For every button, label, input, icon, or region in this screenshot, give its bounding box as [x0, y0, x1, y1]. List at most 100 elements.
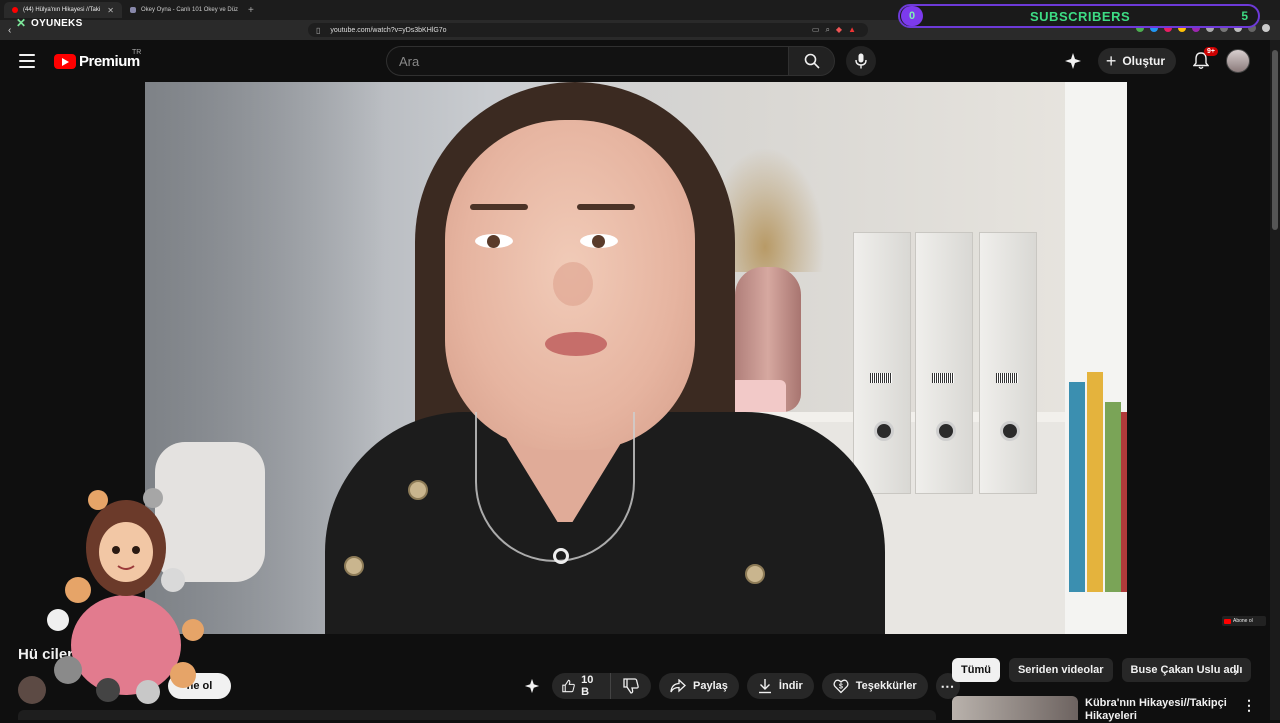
- like-button[interactable]: 10 B: [552, 673, 612, 699]
- youtube-favicon-icon: [12, 7, 18, 13]
- menu-icon[interactable]: [19, 54, 35, 68]
- shield-icon[interactable]: ◆: [836, 25, 842, 35]
- dislike-button[interactable]: [611, 673, 651, 699]
- brand-text: Premium: [79, 53, 140, 70]
- chevron-right-icon[interactable]: ›: [1228, 663, 1244, 679]
- url-text: youtube.com/watch?v=yDs3bKHlG7o: [330, 26, 447, 34]
- thumbs-up-icon: [562, 679, 575, 693]
- notifications-button[interactable]: 9+: [1186, 46, 1218, 76]
- eyebrow: [470, 204, 528, 210]
- sparkle-icon: [1064, 53, 1081, 69]
- site-favicon-icon: [130, 7, 136, 13]
- region-code: TR: [132, 49, 142, 56]
- book: [1069, 382, 1085, 592]
- video-actions: 10 B Paylaş İndir $ Teşekkürler ⋯: [520, 673, 960, 699]
- sparkle-icon: [524, 678, 540, 694]
- share-icon: [670, 679, 687, 693]
- eye: [475, 234, 513, 248]
- new-tab-icon[interactable]: +: [248, 5, 254, 16]
- plus-icon: +: [1105, 50, 1117, 71]
- recommended-video[interactable]: Kübra'nın Hikayesi//Takipçi Hikayeleri ⋮: [952, 696, 1262, 723]
- bookmark-icon[interactable]: ▯: [316, 26, 320, 35]
- video-thumbnail[interactable]: [952, 696, 1078, 720]
- create-button[interactable]: + Oluştur: [1097, 48, 1176, 74]
- thumbs-down-icon: [623, 678, 639, 694]
- thanks-label: Teşekkürler: [855, 680, 917, 692]
- download-button[interactable]: İndir: [746, 673, 814, 699]
- zoom-icon[interactable]: ⌕: [825, 25, 829, 35]
- browser-tab-title: (44) Hülya'nın Hikayesi //Taki: [23, 7, 101, 13]
- description-box[interactable]: [18, 710, 936, 720]
- voice-search-button[interactable]: [846, 46, 876, 76]
- chip-label: Tümü: [961, 664, 991, 676]
- youtube-header: Premium TR + Oluştur 9+: [0, 40, 1280, 82]
- close-icon[interactable]: ✕: [107, 6, 114, 15]
- search-icon: [804, 53, 820, 69]
- screen-icon[interactable]: ▭: [812, 25, 820, 35]
- url-tools: ▭ ⌕ ◆ ▲: [812, 25, 856, 35]
- necklace-pendant: [553, 548, 569, 564]
- like-dislike-group: 10 B: [552, 673, 652, 699]
- watermark-label: Abone ol: [1233, 618, 1253, 624]
- recommended-title-line2[interactable]: Hikayeleri: [1085, 710, 1137, 723]
- chip-label: Seriden videolar: [1017, 664, 1104, 676]
- eye: [580, 234, 618, 248]
- nose: [553, 262, 593, 306]
- subscriber-widget: 0 SUBSCRIBERS 5: [898, 4, 1260, 28]
- youtube-play-icon: [54, 54, 76, 69]
- search-button[interactable]: [788, 46, 835, 76]
- heart-dollar-icon: $: [833, 679, 849, 694]
- youtube-mini-icon: [1224, 618, 1231, 624]
- subscriber-count-left: 0: [901, 6, 923, 26]
- youtube-logo[interactable]: Premium: [54, 53, 140, 70]
- page-scrollbar[interactable]: [1270, 40, 1280, 720]
- download-icon: [758, 679, 771, 694]
- binder: [915, 232, 973, 494]
- browser-tab[interactable]: Okey Oyna - Canlı 101 Okey ve Düz: [122, 2, 242, 18]
- share-button[interactable]: Paylaş: [659, 673, 739, 699]
- share-label: Paylaş: [693, 680, 728, 692]
- thanks-button[interactable]: $ Teşekkürler: [821, 673, 928, 699]
- url-field[interactable]: ▯ youtube.com/watch?v=yDs3bKHlG7o ▭ ⌕ ◆ …: [308, 23, 868, 37]
- shirt-button: [408, 480, 428, 500]
- microphone-icon: [855, 53, 867, 69]
- gemini-button[interactable]: [1058, 46, 1088, 76]
- mouth: [545, 332, 607, 356]
- subscriber-label: SUBSCRIBERS: [1030, 9, 1131, 24]
- create-label: Oluştur: [1122, 54, 1165, 68]
- scrollbar-thumb[interactable]: [1272, 50, 1278, 230]
- recommended-title[interactable]: Kübra'nın Hikayesi//Takipçi: [1085, 697, 1235, 710]
- header-actions: + Oluştur 9+: [1058, 46, 1250, 76]
- streamer-logo: ✕ OYUNEKS: [16, 16, 83, 30]
- bookcase: [1065, 82, 1127, 634]
- shirt-button: [745, 564, 765, 584]
- logo-text: OYUNEKS: [31, 17, 83, 29]
- back-arrow-icon[interactable]: ‹: [8, 25, 11, 36]
- binder: [853, 232, 911, 494]
- shirt-button: [344, 556, 364, 576]
- chip-all[interactable]: Tümü: [952, 658, 1000, 682]
- subscriber-count-right: 5: [1241, 9, 1248, 23]
- download-label: İndir: [778, 680, 803, 692]
- search-input[interactable]: [387, 47, 788, 75]
- video-player[interactable]: [145, 82, 1127, 634]
- book: [1121, 412, 1127, 592]
- chip-series[interactable]: Seriden videolar: [1008, 658, 1113, 682]
- menu-dots-icon[interactable]: [1262, 24, 1270, 32]
- eyebrow: [577, 204, 635, 210]
- browser-tab-title: Okey Oyna - Canlı 101 Okey ve Düz: [141, 7, 239, 13]
- more-vertical-icon[interactable]: ⋮: [1242, 697, 1256, 714]
- svg-text:$: $: [839, 684, 843, 691]
- mascot-illustration: [47, 488, 204, 704]
- subscribe-watermark[interactable]: Abone ol: [1222, 616, 1266, 626]
- like-count: 10 B: [581, 674, 594, 698]
- alert-icon[interactable]: ▲: [848, 25, 856, 35]
- account-avatar[interactable]: [1226, 49, 1250, 73]
- ask-button[interactable]: [520, 673, 544, 699]
- chip-label: Buse Çakan Uslu adlı: [1130, 664, 1243, 676]
- book: [1087, 372, 1103, 592]
- search-box: [386, 46, 788, 76]
- sidebar-filter-chips: Tümü Seriden videolar Buse Çakan Uslu ad…: [952, 657, 1252, 683]
- binder: [979, 232, 1037, 494]
- book: [1105, 402, 1121, 592]
